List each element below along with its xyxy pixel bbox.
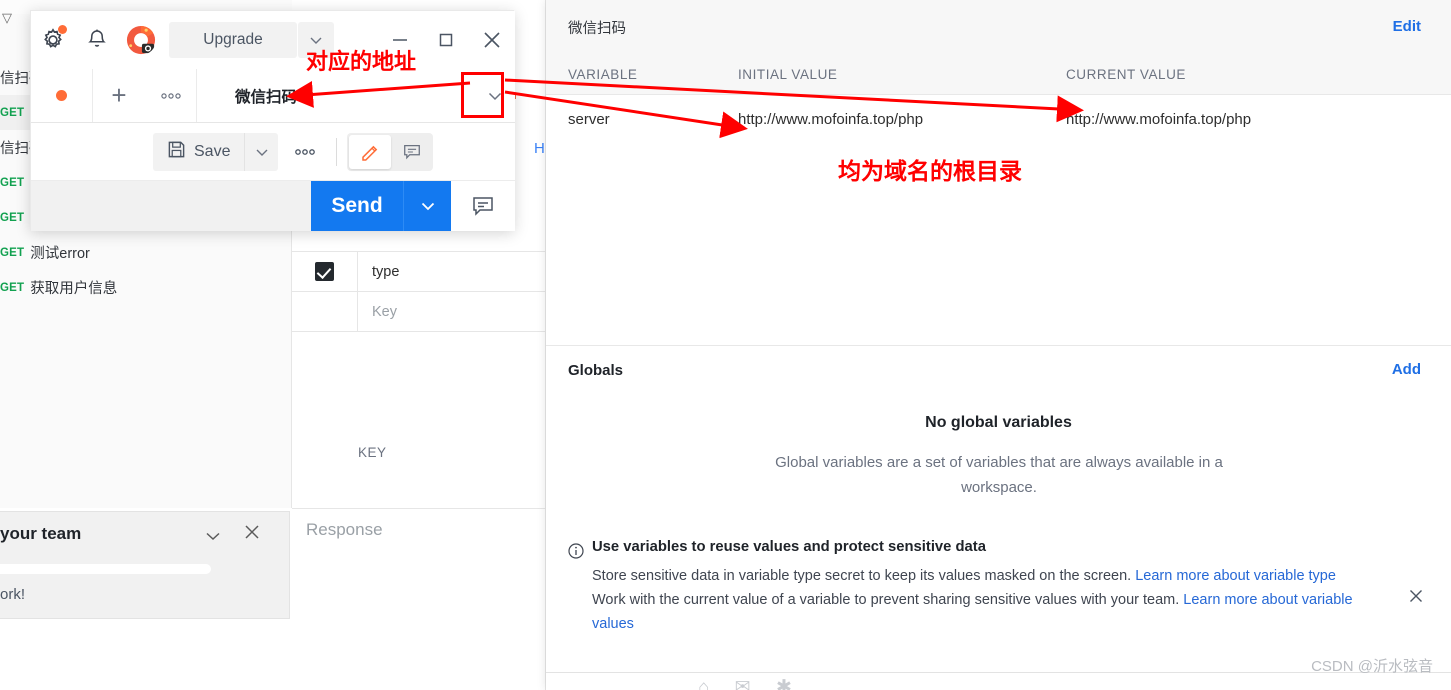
info-line-2-text: Work with the current value of a variabl… xyxy=(592,592,1184,608)
floppy-disk-icon xyxy=(167,140,186,164)
sidebar-item-5[interactable]: GET 测试error xyxy=(0,235,292,270)
sidebar-collapse-icon[interactable]: ▽ xyxy=(2,10,12,26)
http-method-badge: GET xyxy=(0,106,25,119)
bell-icon[interactable] xyxy=(75,11,119,69)
request-url-input[interactable] xyxy=(31,186,311,226)
globals-empty-title: No global variables xyxy=(925,414,1072,431)
info-icon xyxy=(568,543,584,564)
request-header-hint: H xyxy=(534,140,545,157)
params-table-row[interactable]: Key xyxy=(292,292,546,332)
info-banner-title: Use variables to reuse values and protec… xyxy=(592,539,986,555)
params-table-body xyxy=(292,332,546,508)
save-button-label: Save xyxy=(194,142,231,160)
table-row[interactable]: server http://www.mofoinfa.top/php http:… xyxy=(546,95,1451,147)
invite-card-title: your team xyxy=(0,524,82,543)
panel-bottom-icons: ⌂ ✉ ✱ xyxy=(698,677,802,690)
info-banner-close-icon[interactable] xyxy=(1408,588,1424,609)
send-button[interactable]: Send xyxy=(311,181,403,231)
param-key-value[interactable]: type xyxy=(358,264,399,280)
cell-current-value: http://www.mofoinfa.top/php xyxy=(1066,111,1252,128)
chevron-down-icon[interactable] xyxy=(203,526,223,551)
checkbox-checked-icon[interactable] xyxy=(315,262,334,281)
globals-title: Globals xyxy=(568,361,624,379)
param-key-placeholder[interactable]: Key xyxy=(358,304,397,320)
invite-input-field[interactable] xyxy=(0,564,211,574)
info-banner-body: Store sensitive data in variable type se… xyxy=(592,564,1392,636)
info-line-1-text: Store sensitive data in variable type se… xyxy=(592,568,1136,584)
notification-dot xyxy=(58,25,67,34)
response-section-label: Response xyxy=(306,520,383,539)
toolbar-divider xyxy=(336,137,338,166)
request-tab-bar: + 微信扫码 xyxy=(31,69,515,123)
close-icon[interactable] xyxy=(243,523,261,546)
screenshot-root: ▽ 信扫码 GET 象 信扫码 GET 象 GET 转 GET 测试e xyxy=(0,0,1451,690)
save-button[interactable]: Save xyxy=(153,132,245,171)
window-close-button[interactable] xyxy=(469,11,515,69)
comment-icon[interactable] xyxy=(391,135,433,169)
save-options-chevron-down-icon[interactable] xyxy=(244,132,279,171)
chevron-down-icon[interactable] xyxy=(298,22,334,58)
cell-variable-name: server xyxy=(568,111,610,128)
param-enabled-cell[interactable] xyxy=(292,292,358,331)
sidebar-item-label: 获取用户信息 xyxy=(30,281,118,297)
globals-section-header: Globals Add xyxy=(546,346,1451,394)
request-more-options-button[interactable] xyxy=(278,147,332,157)
column-header-initial-value: INITIAL VALUE xyxy=(738,67,838,82)
response-divider xyxy=(292,508,546,509)
sidebar-item-label: 测试error xyxy=(30,246,90,262)
send-options-chevron-down-icon[interactable] xyxy=(403,181,451,231)
new-tab-button[interactable]: + xyxy=(93,69,145,122)
cell-initial-value: http://www.mofoinfa.top/php xyxy=(738,111,924,128)
tab-options-button[interactable] xyxy=(145,69,197,122)
params-table-row[interactable]: type xyxy=(292,252,546,292)
request-action-bar: Save xyxy=(31,123,515,181)
http-method-badge: GET xyxy=(0,211,25,224)
info-banner: Use variables to reuse values and protec… xyxy=(546,532,1451,662)
globals-empty-description: Global variables are a set of variables … xyxy=(775,454,1223,496)
window-title-bar: Upgrade xyxy=(31,11,515,69)
user-avatar-icon[interactable] xyxy=(119,11,163,69)
window-maximize-button[interactable] xyxy=(423,11,469,69)
param-enabled-cell[interactable] xyxy=(292,252,358,291)
pencil-icon[interactable] xyxy=(349,134,392,169)
unsaved-dot-icon xyxy=(56,90,67,101)
gear-icon[interactable] xyxy=(31,11,75,69)
edit-link[interactable]: Edit xyxy=(1393,18,1421,35)
upgrade-button[interactable]: Upgrade xyxy=(169,22,297,58)
variables-table-header: VARIABLE INITIAL VALUE CURRENT VALUE xyxy=(546,54,1451,95)
window-minimize-button[interactable] xyxy=(377,11,423,69)
panel-title: 微信扫码 xyxy=(568,20,626,37)
column-header-current-value: CURRENT VALUE xyxy=(1066,67,1186,82)
request-send-row: Send xyxy=(31,181,515,231)
http-method-badge: GET xyxy=(0,176,25,189)
invite-card-subtitle: ork! xyxy=(0,586,26,603)
invite-team-card: your team ork! xyxy=(0,511,290,619)
edit-comment-toggle-group xyxy=(347,132,434,171)
column-header-variable: VARIABLE xyxy=(568,67,638,82)
csdn-watermark: CSDN @沂水弦音 xyxy=(1311,658,1433,675)
variables-panel-header: 微信扫码 Edit xyxy=(546,0,1451,54)
active-tab-label[interactable]: 微信扫码 xyxy=(197,69,475,122)
comment-icon[interactable] xyxy=(451,181,515,231)
add-global-link[interactable]: Add xyxy=(1392,361,1421,378)
http-method-badge: GET xyxy=(0,246,25,259)
sidebar-item-6[interactable]: GET 获取用户信息 xyxy=(0,270,292,305)
variable-type-learn-more-link[interactable]: Learn more about variable type xyxy=(1135,568,1336,584)
http-method-badge: GET xyxy=(0,281,25,294)
highlight-box-code-icon xyxy=(461,72,504,118)
variables-panel: 微信扫码 Edit VARIABLE INITIAL VALUE CURRENT… xyxy=(546,0,1451,690)
tab-unsaved-indicator xyxy=(31,69,93,122)
postman-floating-window: Upgrade + 微信扫码 Save Send xyxy=(30,10,515,231)
